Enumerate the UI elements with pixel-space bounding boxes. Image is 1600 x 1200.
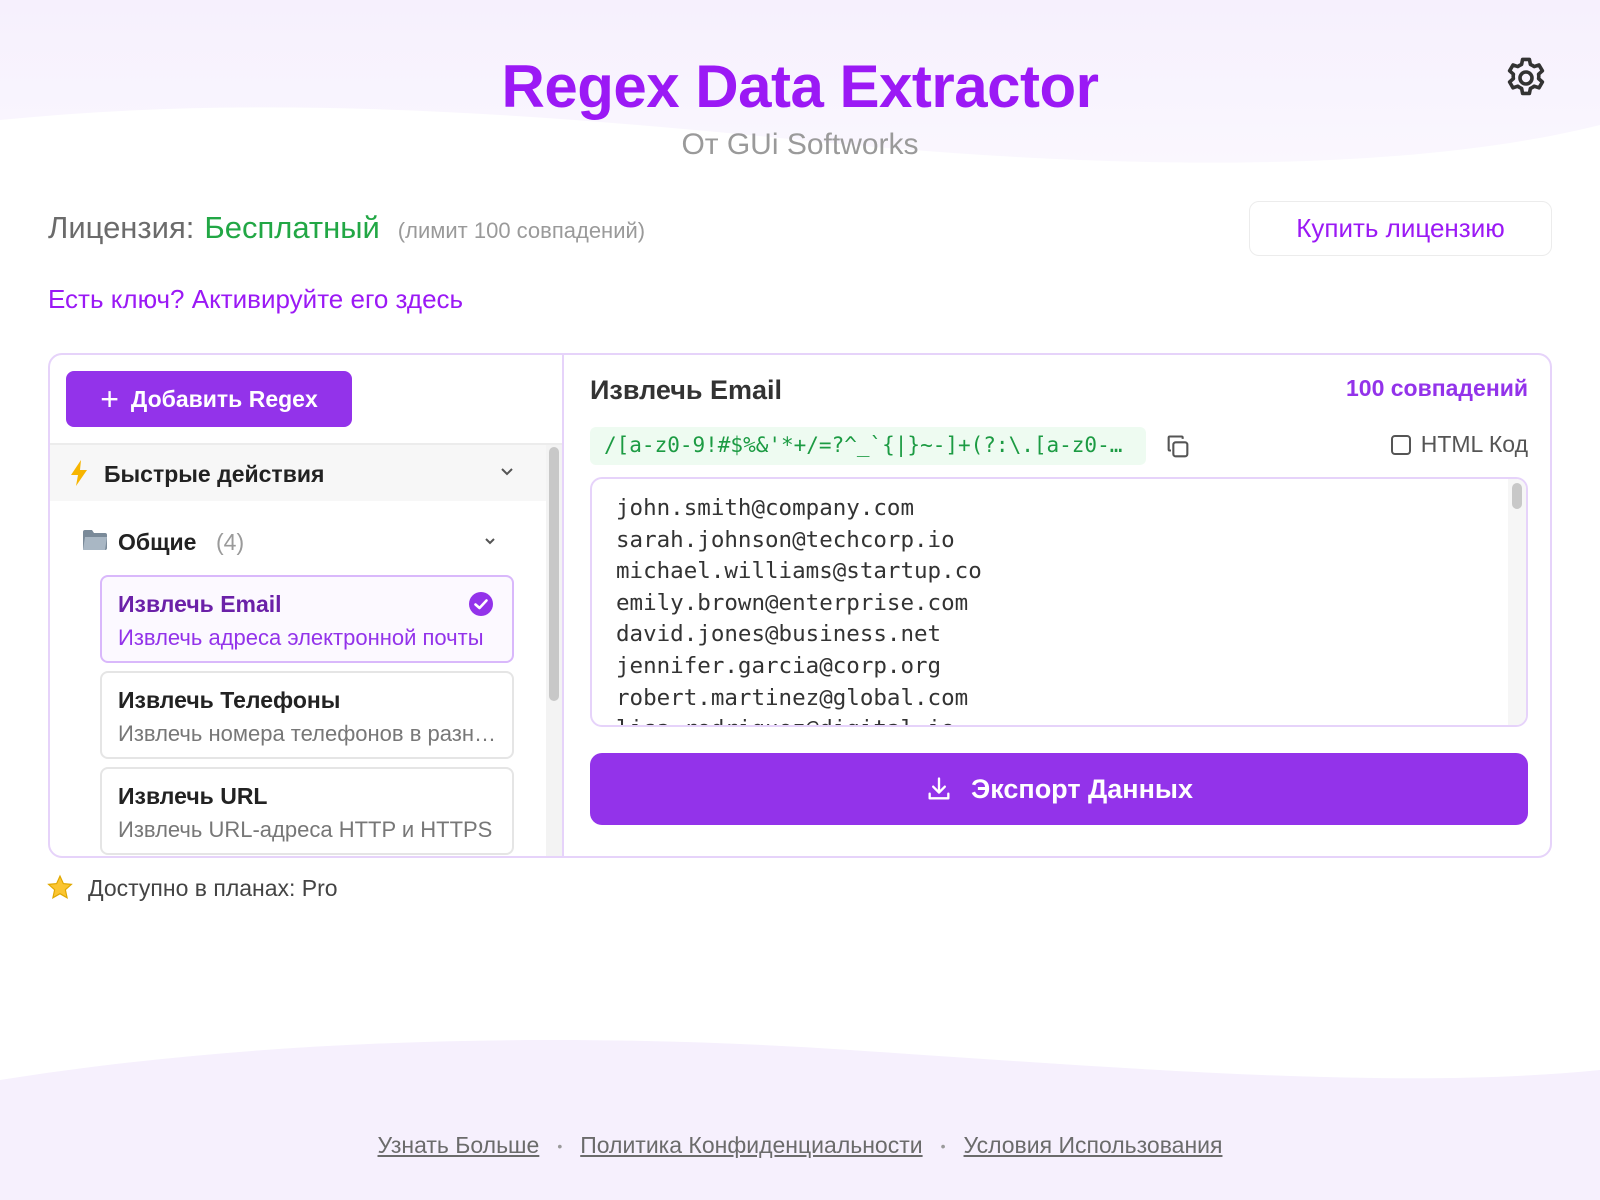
license-label: Лицензия: bbox=[48, 210, 195, 245]
regex-item-desc: Извлечь URL-адреса HTTP и HTTPS bbox=[118, 817, 493, 842]
result-line: emily.brown@enterprise.com bbox=[616, 589, 969, 616]
regex-item-desc: Извлечь адреса электронной почты bbox=[118, 625, 484, 650]
activate-key-link[interactable]: Есть ключ? Активируйте его здесь bbox=[48, 284, 463, 315]
result-line: michael.williams@startup.co bbox=[616, 558, 982, 585]
result-line: sarah.johnson@techcorp.io bbox=[616, 526, 955, 553]
pro-plan-note: Доступно в планах: Pro bbox=[46, 874, 338, 902]
export-data-label: Экспорт Данных bbox=[971, 773, 1193, 804]
regex-item-title: Извлечь Email bbox=[118, 591, 282, 617]
footer-wave-background bbox=[0, 1040, 1600, 1200]
pro-plan-label: Доступно в планах: Pro bbox=[88, 874, 338, 901]
quick-actions-header[interactable]: Быстрые действия bbox=[50, 445, 546, 501]
regex-item-title: Извлечь Телефоны bbox=[118, 687, 341, 713]
license-value: Бесплатный bbox=[204, 210, 380, 245]
settings-button[interactable] bbox=[1500, 52, 1552, 104]
folder-name: Общие bbox=[118, 529, 197, 555]
result-line: david.jones@business.net bbox=[616, 621, 942, 648]
export-data-button[interactable]: Экспорт Данных bbox=[590, 753, 1528, 825]
download-icon bbox=[928, 777, 950, 800]
main-panel: + Добавить Regex Быстрые действия Общие … bbox=[48, 353, 1552, 858]
license-status: Лицензия: Бесплатный (лимит 100 совпаден… bbox=[48, 210, 645, 246]
gear-icon bbox=[1507, 57, 1545, 96]
folder-icon bbox=[83, 530, 107, 550]
regex-item-title: Извлечь URL bbox=[118, 783, 268, 809]
buy-license-button[interactable]: Купить лицензию bbox=[1249, 201, 1552, 256]
copy-icon bbox=[1167, 435, 1189, 458]
lightning-icon bbox=[71, 460, 87, 486]
app-title: Regex Data Extractor bbox=[501, 53, 1099, 120]
sidebar-scrollbar[interactable] bbox=[546, 445, 562, 856]
html-code-toggle[interactable]: HTML Код bbox=[1390, 431, 1528, 458]
regex-item-url[interactable]: Извлечь URL Извлечь URL-адреса HTTP и HT… bbox=[100, 767, 514, 855]
footer-separator: • bbox=[940, 1137, 946, 1154]
regex-item-phones[interactable]: Извлечь Телефоны Извлечь номера телефоно… bbox=[100, 671, 514, 759]
footer-links: Узнать Больше • Политика Конфиденциально… bbox=[0, 1132, 1600, 1159]
folder-count: (4) bbox=[216, 529, 245, 555]
footer-terms-link[interactable]: Условия Использования bbox=[964, 1132, 1223, 1159]
results-scroll-thumb[interactable] bbox=[1512, 483, 1522, 509]
check-circle-icon bbox=[469, 592, 493, 616]
add-regex-button[interactable]: + Добавить Regex bbox=[66, 371, 352, 427]
sidebar-scroll-thumb[interactable] bbox=[549, 447, 559, 701]
match-count: 100 совпадений bbox=[1346, 375, 1528, 401]
quick-actions-label: Быстрые действия bbox=[104, 461, 325, 487]
plus-icon: + bbox=[100, 381, 119, 417]
copy-pattern-button[interactable] bbox=[1164, 433, 1192, 461]
regex-item-desc: Извлечь номера телефонов в разных формат… bbox=[118, 721, 498, 746]
regex-sidebar: + Добавить Regex Быстрые действия Общие … bbox=[50, 355, 564, 856]
result-line: lisa.rodriguez@digital.io bbox=[616, 714, 982, 725]
results-output[interactable]: john.smith@company.com sarah.johnson@tech… bbox=[590, 477, 1528, 727]
regex-list: Быстрые действия Общие (4) Извлечь Email… bbox=[50, 443, 562, 856]
result-line: robert.martinez@global.com bbox=[616, 684, 969, 711]
chevron-down-icon bbox=[501, 468, 513, 476]
results-scrollbar[interactable] bbox=[1508, 479, 1526, 725]
result-line: jennifer.garcia@corp.org bbox=[616, 652, 942, 679]
license-limit: (лимит 100 совпадений) bbox=[397, 218, 646, 243]
result-line: john.smith@company.com bbox=[616, 495, 915, 521]
add-regex-label: Добавить Regex bbox=[130, 385, 318, 412]
footer-separator: • bbox=[557, 1137, 563, 1154]
regex-pattern: /[a-z0-9!#$%&'*+/=?^_`{|}~-]+(?:\.[a-z0-… bbox=[590, 427, 1146, 465]
regex-title: Извлечь Email bbox=[590, 375, 783, 405]
footer-learn-more-link[interactable]: Узнать Больше bbox=[378, 1132, 540, 1159]
chevron-down-icon bbox=[485, 538, 495, 545]
app-subtitle: От GUi Softworks bbox=[681, 128, 919, 161]
regex-item-email[interactable]: Извлечь Email Извлечь адреса электронной… bbox=[100, 575, 514, 663]
html-code-label: HTML Код bbox=[1420, 431, 1528, 457]
folder-general[interactable]: Общие (4) bbox=[80, 523, 546, 563]
html-code-checkbox[interactable] bbox=[1390, 434, 1411, 455]
footer-privacy-link[interactable]: Политика Конфиденциальности bbox=[580, 1132, 922, 1159]
star-icon bbox=[47, 874, 73, 899]
regex-detail: Извлечь Email 100 совпадений /[a-z0-9!#$… bbox=[564, 355, 1550, 856]
results-text: john.smith@company.com sarah.johnson@tech… bbox=[616, 493, 982, 725]
